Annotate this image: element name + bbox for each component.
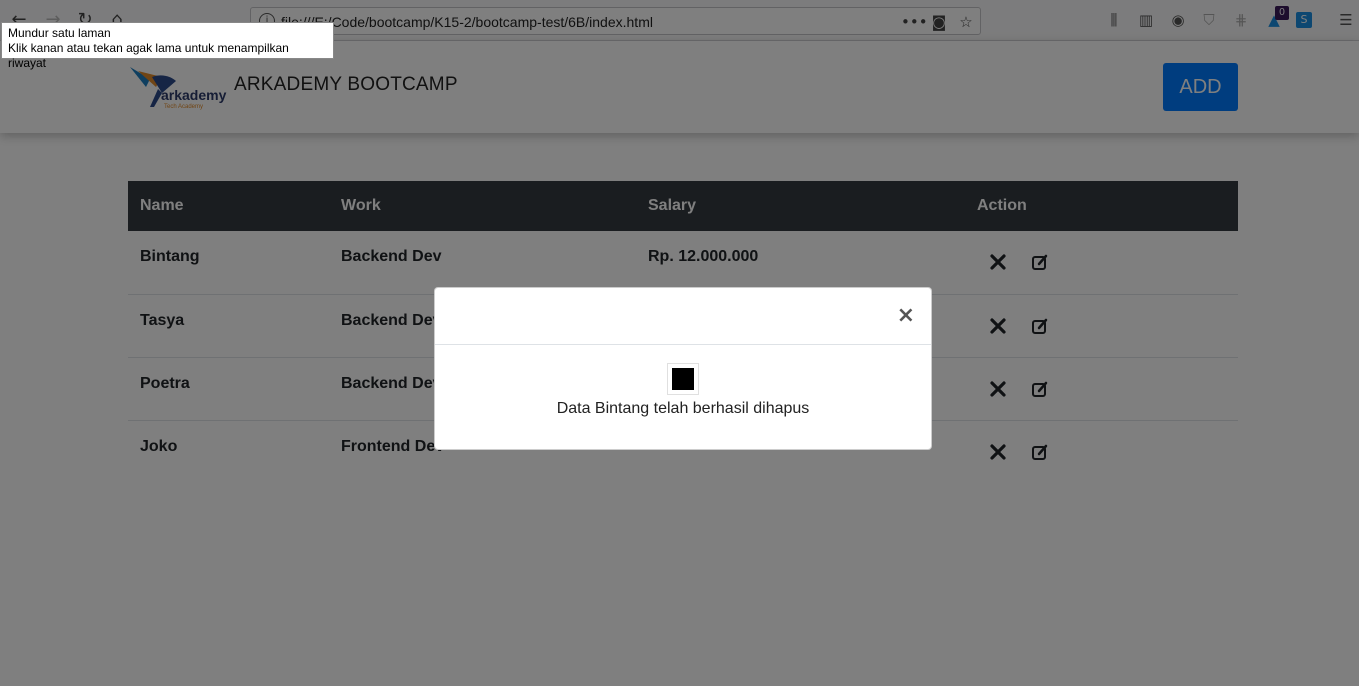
modal-header: × [435, 288, 931, 345]
status-image [667, 363, 699, 395]
tooltip-line-2: Klik kanan atau tekan agak lama untuk me… [8, 41, 289, 70]
delete-confirmation-modal: × Data Bintang telah berhasil dihapus [434, 287, 932, 450]
close-icon[interactable]: × [897, 305, 915, 327]
status-image-fill [672, 368, 694, 390]
modal-message: Data Bintang telah berhasil dihapus [556, 400, 810, 417]
back-tooltip: Mundur satu laman Klik kanan atau tekan … [1, 22, 334, 70]
tooltip-line-1: Mundur satu laman [8, 26, 111, 40]
modal-body: Data Bintang telah berhasil dihapus [435, 345, 931, 450]
